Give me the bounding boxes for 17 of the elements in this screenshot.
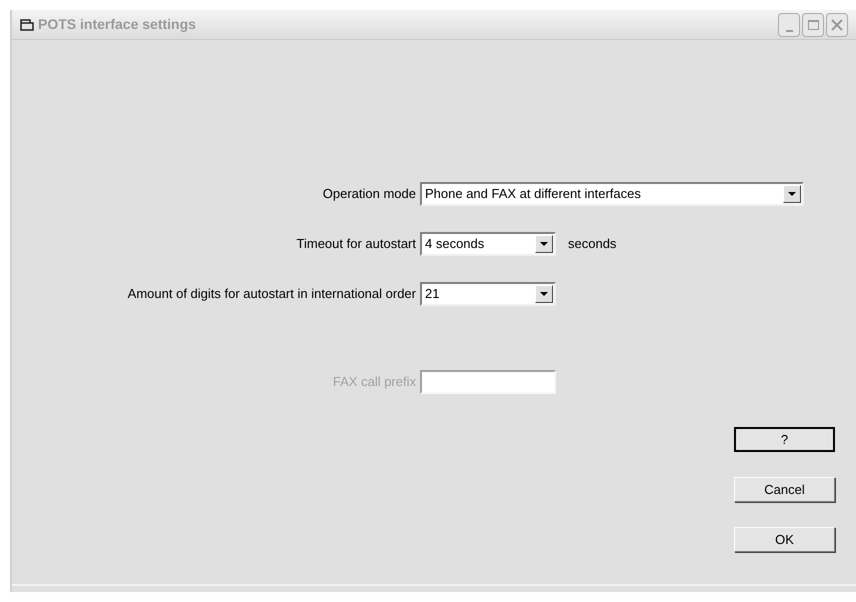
maximize-button[interactable] bbox=[802, 12, 824, 36]
window-icon bbox=[20, 18, 34, 30]
field-label: FAX call prefix bbox=[332, 373, 417, 392]
field-label: Amount of digits for autostart in international order bbox=[126, 285, 417, 304]
close-icon[interactable] bbox=[830, 18, 844, 32]
dropdown[interactable]: Phone and FAX at different interfaces bbox=[420, 182, 804, 206]
dialog-button[interactable]: Cancel bbox=[734, 477, 835, 502]
dialog-button[interactable]: ? bbox=[734, 427, 835, 452]
close-button[interactable] bbox=[826, 12, 848, 36]
unit-label: seconds bbox=[568, 235, 616, 254]
field-label: Operation mode bbox=[322, 185, 417, 204]
dropdown[interactable]: 4 seconds bbox=[420, 232, 556, 256]
dropdown[interactable]: 21 bbox=[420, 282, 556, 306]
dialog-button[interactable]: OK bbox=[734, 527, 835, 552]
minimize-button[interactable] bbox=[778, 12, 800, 36]
field-label: Timeout for autostart bbox=[296, 235, 417, 254]
window-title: POTS interface settings bbox=[38, 15, 196, 34]
